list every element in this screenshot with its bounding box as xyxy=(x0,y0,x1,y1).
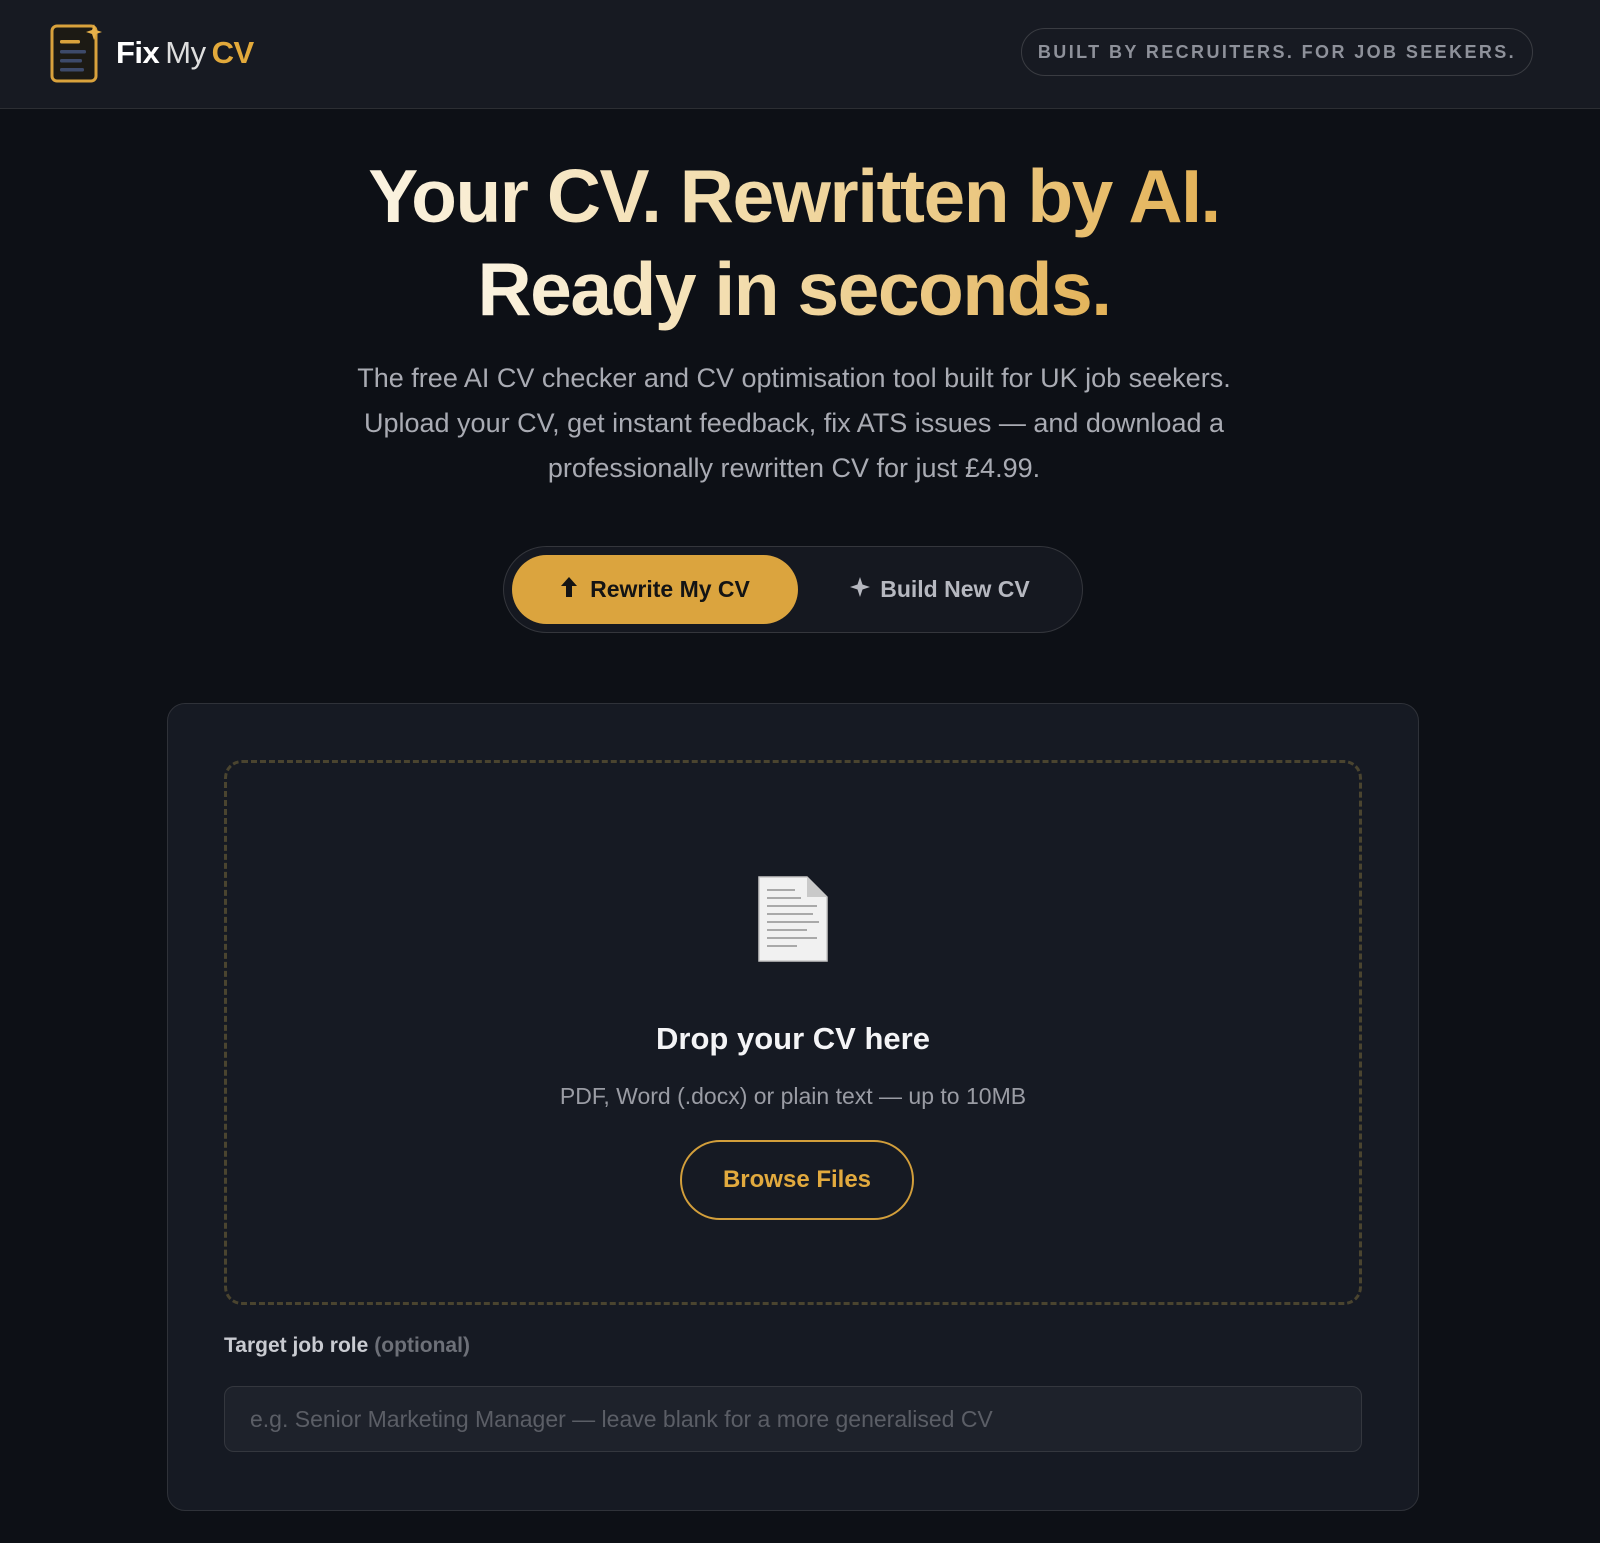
browse-files-button[interactable]: Browse Files xyxy=(680,1140,914,1220)
sparkle-icon xyxy=(850,576,871,603)
site-header: Fix My CV BUILT BY RECRUITERS. FOR JOB SEE… xyxy=(0,0,1600,109)
upload-arrow-icon xyxy=(560,576,578,604)
page-title: Your CV. Rewritten by AI. Ready in secon… xyxy=(0,150,1588,336)
rewrite-my-cv-button[interactable]: Rewrite My CV xyxy=(512,555,798,624)
logo-fix: Fix xyxy=(116,35,160,70)
optional-hint: (optional) xyxy=(374,1334,470,1357)
subtitle-line-1: The free AI CV checker and CV optimisati… xyxy=(357,363,1231,393)
target-role-input[interactable] xyxy=(224,1386,1362,1452)
mode-toggle: Rewrite My CV Build New CV xyxy=(503,546,1083,633)
target-role-label: Target job role (optional) xyxy=(224,1334,470,1358)
target-role-label-text: Target job role xyxy=(224,1334,369,1357)
build-new-cv-button[interactable]: Build New CV xyxy=(806,555,1074,624)
logo[interactable]: Fix My CV xyxy=(50,22,254,84)
upload-card: Drop your CV here PDF, Word (.docx) or p… xyxy=(167,703,1419,1511)
subtitle-line-2: Upload your CV, get instant feedback, fi… xyxy=(363,408,1224,438)
logo-text: Fix My CV xyxy=(116,35,254,71)
cv-document-logo-icon xyxy=(50,22,102,84)
hero-subtitle: The free AI CV checker and CV optimisati… xyxy=(300,356,1288,491)
rewrite-button-label: Rewrite My CV xyxy=(590,576,750,602)
tagline-badge: BUILT BY RECRUITERS. FOR JOB SEEKERS. xyxy=(1021,28,1533,76)
document-icon xyxy=(757,875,829,963)
build-button-label: Build New CV xyxy=(880,576,1030,602)
cv-dropzone[interactable]: Drop your CV here PDF, Word (.docx) or p… xyxy=(224,760,1362,1305)
logo-my: My xyxy=(165,35,206,70)
dropzone-subtitle: PDF, Word (.docx) or plain text — up to … xyxy=(559,1083,1027,1109)
title-line-2: Ready in seconds. xyxy=(477,247,1112,331)
title-line-1: Your CV. Rewritten by AI. xyxy=(368,154,1221,238)
subtitle-line-3: professionally rewritten CV for just £4.… xyxy=(547,453,1041,483)
logo-cv: CV xyxy=(211,35,255,70)
dropzone-title: Drop your CV here xyxy=(656,1021,930,1056)
